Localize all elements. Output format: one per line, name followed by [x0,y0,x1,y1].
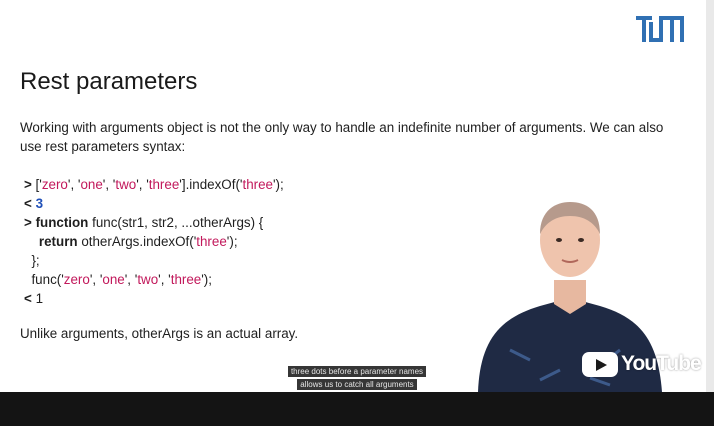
youtube-wordmark: YouTube [621,352,702,375]
youtube-play-icon [582,351,618,377]
player-bottom-bar [0,392,714,426]
slide-title: Rest parameters [20,68,198,95]
code-example: > ['zero', 'one', 'two', 'three'].indexO… [24,175,284,308]
slide-edge [706,0,714,392]
slide-intro-text: Working with arguments object is not the… [20,120,664,154]
code-line-1: > ['zero', 'one', 'two', 'three'].indexO… [24,177,284,192]
code-line-6: func('zero', 'one', 'two', 'three'); [31,272,212,287]
lecture-slide: Rest parameters Working with arguments o… [0,0,706,392]
slide-outro-text: Unlike arguments, otherArgs is an actual… [20,326,299,341]
code-line-2: < 3 [24,196,44,211]
tum-logo [636,16,684,42]
code-line-4: return otherArgs.indexOf('three'); [38,234,238,249]
youtube-logo-button[interactable]: YouTube [582,351,702,377]
code-line-3: > function func(str1, str2, ...otherArgs… [24,215,264,230]
code-line-5: }; [31,253,40,268]
code-line-7: < 1 [24,291,44,306]
